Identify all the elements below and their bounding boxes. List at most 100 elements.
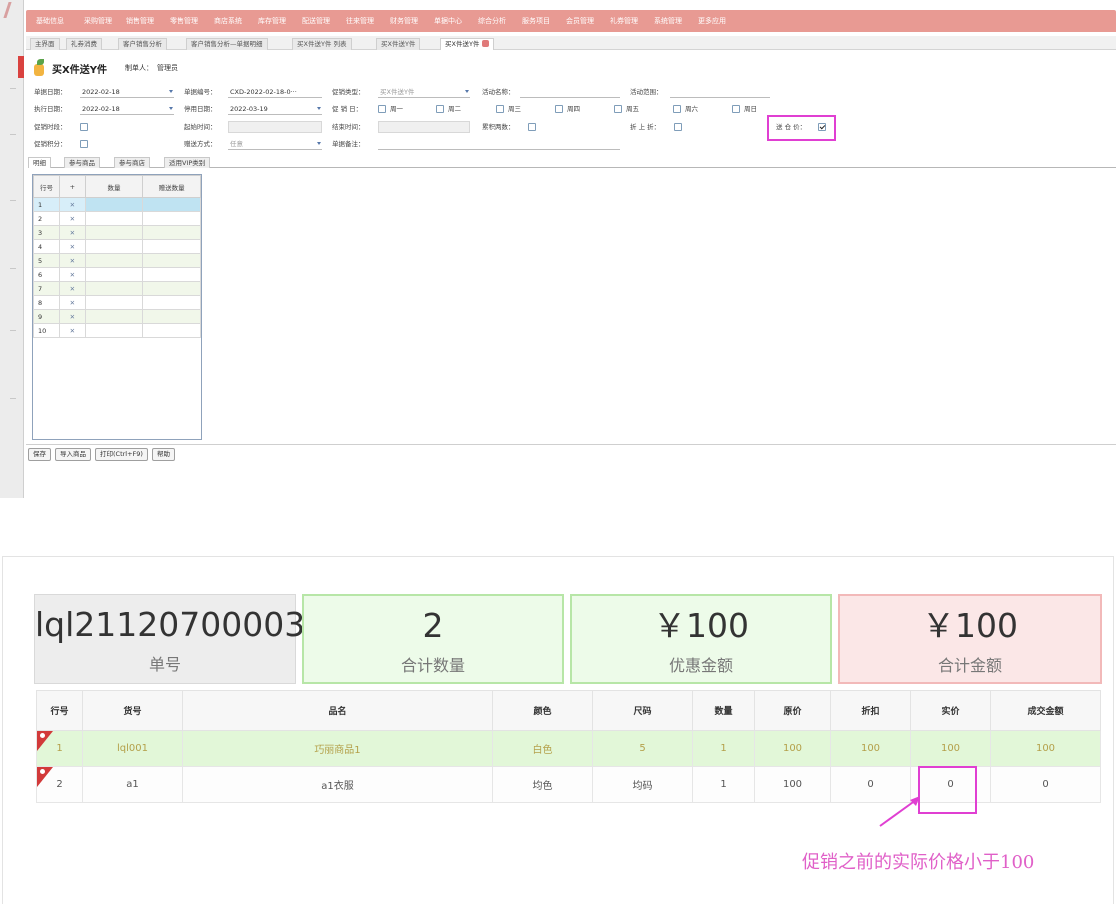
import-products-button[interactable]: 导入商品 <box>55 448 91 461</box>
qty-cell[interactable] <box>84 267 144 282</box>
tab-coupon-consume[interactable]: 礼券消费 <box>66 38 102 50</box>
day-checkbox[interactable] <box>673 105 681 113</box>
delete-row-icon[interactable]: ✕ <box>58 281 86 296</box>
remark-input[interactable] <box>378 138 620 150</box>
grid-row[interactable]: 5 ✕ <box>33 253 201 268</box>
grid-row[interactable]: 2 ✕ <box>33 211 201 226</box>
qty-cell[interactable] <box>84 323 144 338</box>
menu-item[interactable]: 更多应用 <box>698 10 726 32</box>
table-row[interactable]: 1 lql001 巧丽商品1 白色 5 1 100 100 100 100 <box>36 730 1101 767</box>
chevron-down-icon[interactable] <box>169 90 173 93</box>
gift-method-select[interactable]: 任意 <box>228 138 322 150</box>
delete-row-icon[interactable]: ✕ <box>58 253 86 268</box>
gift-qty-cell[interactable] <box>142 197 201 212</box>
menu-item[interactable]: 会员管理 <box>566 10 594 32</box>
tab-participating-stores[interactable]: 参与商店 <box>114 157 150 168</box>
grid-row[interactable]: 9 ✕ <box>33 309 201 324</box>
promo-points-checkbox[interactable] <box>80 140 88 148</box>
grid-row[interactable]: 1 ✕ <box>33 197 201 212</box>
menu-item[interactable]: 综合分析 <box>478 10 506 32</box>
grid-row[interactable]: 4 ✕ <box>33 239 201 254</box>
chevron-down-icon[interactable] <box>169 107 173 110</box>
chevron-down-icon[interactable] <box>317 107 321 110</box>
gift-qty-cell[interactable] <box>142 253 201 268</box>
menu-item[interactable]: 采购管理 <box>84 10 112 32</box>
end-time-input[interactable] <box>378 121 470 133</box>
tab-customer-sales-detail[interactable]: 客户销售分析—单据明细 <box>186 38 268 50</box>
activity-scope-input[interactable] <box>670 86 770 98</box>
exec-date-field[interactable]: 2022-02-18 <box>80 103 174 115</box>
qty-cell[interactable] <box>84 295 144 310</box>
day-checkbox[interactable] <box>496 105 504 113</box>
cumulative-checkbox[interactable] <box>528 123 536 131</box>
gift-qty-cell[interactable] <box>142 211 201 226</box>
tab-participating-products[interactable]: 参与商品 <box>64 157 100 168</box>
day-checkbox[interactable] <box>436 105 444 113</box>
chevron-down-icon[interactable] <box>465 90 469 93</box>
promo-type-select[interactable]: 买X件送Y件 <box>378 86 470 98</box>
grid-row[interactable]: 3 ✕ <box>33 225 201 240</box>
promo-period-checkbox[interactable] <box>80 123 88 131</box>
activity-name-input[interactable] <box>520 86 620 98</box>
delete-row-icon[interactable]: ✕ <box>58 239 86 254</box>
tab-vip-category[interactable]: 适用VIP类别 <box>164 157 211 168</box>
menu-item[interactable]: 配送管理 <box>302 10 330 32</box>
delete-row-icon[interactable]: ✕ <box>58 197 86 212</box>
tab-promo-active[interactable]: 买X件送Y件 <box>440 38 495 50</box>
gift-qty-cell[interactable] <box>142 267 201 282</box>
tab-home[interactable]: 主界面 <box>30 38 60 50</box>
grid-row[interactable]: 6 ✕ <box>33 267 201 282</box>
grid-row[interactable]: 7 ✕ <box>33 281 201 296</box>
delete-row-icon[interactable]: ✕ <box>58 295 86 310</box>
tab-promo-list[interactable]: 买X件送Y件 列表 <box>292 38 352 50</box>
gift-qty-cell[interactable] <box>142 239 201 254</box>
gift-qty-cell[interactable] <box>142 309 201 324</box>
menu-item[interactable]: 销售管理 <box>126 10 154 32</box>
doc-date-field[interactable]: 2022-02-18 <box>80 86 174 98</box>
qty-cell[interactable] <box>84 253 144 268</box>
print-button[interactable]: 打印(Ctrl+F9) <box>95 448 148 461</box>
gift-qty-cell[interactable] <box>142 225 201 240</box>
menu-item[interactable]: 基础信息 <box>36 10 64 32</box>
delete-row-icon[interactable]: ✕ <box>58 267 86 282</box>
start-time-input[interactable] <box>228 121 322 133</box>
gift-qty-cell[interactable] <box>142 281 201 296</box>
menu-item[interactable]: 礼券管理 <box>610 10 638 32</box>
gift-qty-cell[interactable] <box>142 323 201 338</box>
menu-item[interactable]: 财务管理 <box>390 10 418 32</box>
close-tab-icon[interactable] <box>482 40 490 47</box>
qty-cell[interactable] <box>84 281 144 296</box>
stop-date-field[interactable]: 2022-03-19 <box>228 103 322 115</box>
qty-cell[interactable] <box>84 211 144 226</box>
delete-row-icon[interactable]: ✕ <box>58 211 86 226</box>
save-button[interactable]: 保存 <box>28 448 51 461</box>
qty-cell[interactable] <box>84 225 144 240</box>
grid-row[interactable]: 8 ✕ <box>33 295 201 310</box>
qty-cell[interactable] <box>84 309 144 324</box>
grid-row[interactable]: 10 ✕ <box>33 323 201 338</box>
delete-row-icon[interactable]: ✕ <box>58 225 86 240</box>
menu-item[interactable]: 服务项目 <box>522 10 550 32</box>
tab-promo[interactable]: 买X件送Y件 <box>376 38 421 50</box>
delete-row-icon[interactable]: ✕ <box>58 309 86 324</box>
menu-item[interactable]: 系统管理 <box>654 10 682 32</box>
menu-item[interactable]: 单据中心 <box>434 10 462 32</box>
discount-on-discount-checkbox[interactable] <box>674 123 682 131</box>
menu-item[interactable]: 零售管理 <box>170 10 198 32</box>
help-button[interactable]: 帮助 <box>151 448 175 461</box>
gift-qty-cell[interactable] <box>142 295 201 310</box>
qty-cell[interactable] <box>84 239 144 254</box>
qty-cell[interactable] <box>84 197 144 212</box>
tab-detail[interactable]: 明细 <box>28 157 51 168</box>
delete-row-icon[interactable]: ✕ <box>58 323 86 338</box>
menu-item[interactable]: 往来管理 <box>346 10 374 32</box>
day-checkbox[interactable] <box>732 105 740 113</box>
tab-customer-sales-analysis[interactable]: 客户销售分析 <box>118 38 167 50</box>
menu-item[interactable]: 商店系统 <box>214 10 242 32</box>
menu-item[interactable]: 库存管理 <box>258 10 286 32</box>
day-checkbox[interactable] <box>614 105 622 113</box>
day-checkbox[interactable] <box>555 105 563 113</box>
product-name-cell: 巧丽商品1 <box>182 730 493 767</box>
chevron-down-icon[interactable] <box>317 142 321 145</box>
day-checkbox[interactable] <box>378 105 386 113</box>
